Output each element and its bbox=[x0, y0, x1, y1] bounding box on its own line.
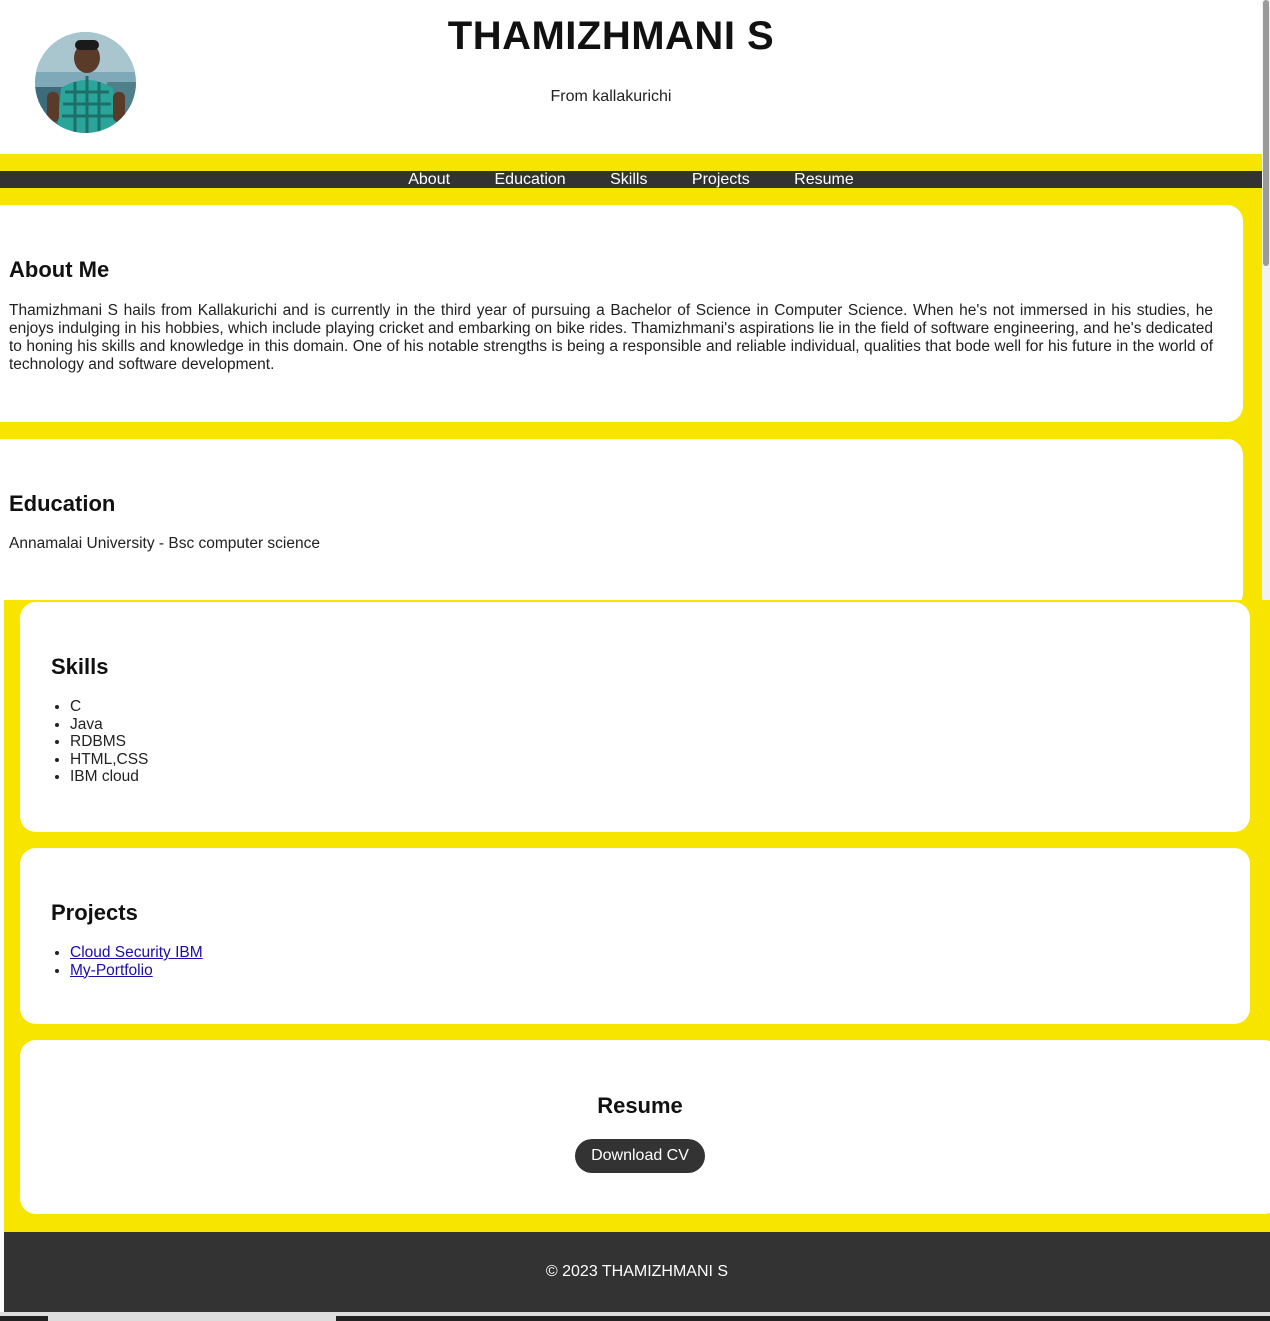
education-text: Annamalai University - Bsc computer scie… bbox=[9, 535, 320, 552]
education-heading: Education bbox=[9, 491, 116, 516]
projects-list: Cloud Security IBM My-Portfolio bbox=[51, 944, 1220, 979]
main-nav: About Education Skills Projects Resume bbox=[0, 171, 1262, 188]
upper-content: About Education Skills Projects Resume A… bbox=[0, 154, 1262, 609]
page-footer: © 2023 THAMIZHMANI S bbox=[4, 1232, 1270, 1312]
project-link-my-portfolio[interactable]: My-Portfolio bbox=[70, 962, 153, 979]
nav-link-about[interactable]: About bbox=[408, 171, 450, 188]
divider bbox=[336, 1316, 1270, 1321]
list-item: Cloud Security IBM bbox=[70, 944, 1220, 962]
about-section: About Me Thamizhmani S hails from Kallak… bbox=[0, 205, 1243, 422]
skills-list: C Java RDBMS HTML,CSS IBM cloud bbox=[51, 698, 1220, 786]
projects-section: Projects Cloud Security IBM My-Portfolio bbox=[20, 848, 1250, 1024]
list-item: Java bbox=[70, 716, 1220, 734]
education-section: Education Annamalai University - Bsc com… bbox=[0, 439, 1243, 609]
divider bbox=[0, 1316, 48, 1321]
scrollbar-thumb[interactable] bbox=[1263, 0, 1269, 266]
list-item: C bbox=[70, 698, 1220, 716]
projects-heading: Projects bbox=[51, 900, 138, 925]
scrollbar[interactable] bbox=[1262, 0, 1270, 600]
about-heading: About Me bbox=[9, 257, 110, 282]
page-subtitle: From kallakurichi bbox=[550, 88, 672, 105]
list-item: RDBMS bbox=[70, 733, 1220, 751]
page-title: THAMIZHMANI S bbox=[447, 14, 775, 58]
bottom-edge bbox=[0, 1312, 1270, 1321]
skills-section: Skills C Java RDBMS HTML,CSS IBM cloud bbox=[20, 602, 1250, 832]
page-header: THAMIZHMANI S From kallakurichi bbox=[0, 0, 1262, 156]
nav-link-skills[interactable]: Skills bbox=[610, 171, 647, 188]
resume-heading: Resume bbox=[597, 1093, 683, 1118]
list-item: HTML,CSS bbox=[70, 751, 1220, 769]
nav-link-projects[interactable]: Projects bbox=[692, 171, 750, 188]
resume-section: Resume Download CV bbox=[20, 1040, 1270, 1214]
nav-link-resume[interactable]: Resume bbox=[794, 171, 854, 188]
download-cv-button[interactable]: Download CV bbox=[575, 1139, 705, 1173]
project-link-cloud-security[interactable]: Cloud Security IBM bbox=[70, 944, 203, 961]
footer-text: © 2023 THAMIZHMANI S bbox=[545, 1263, 729, 1280]
list-item: My-Portfolio bbox=[70, 962, 1220, 980]
list-item: IBM cloud bbox=[70, 768, 1220, 786]
nav-link-education[interactable]: Education bbox=[495, 171, 566, 188]
about-text: Thamizhmani S hails from Kallakurichi an… bbox=[9, 302, 1213, 373]
lower-content: Skills C Java RDBMS HTML,CSS IBM cloud P… bbox=[4, 600, 1270, 1232]
skills-heading: Skills bbox=[51, 654, 109, 679]
